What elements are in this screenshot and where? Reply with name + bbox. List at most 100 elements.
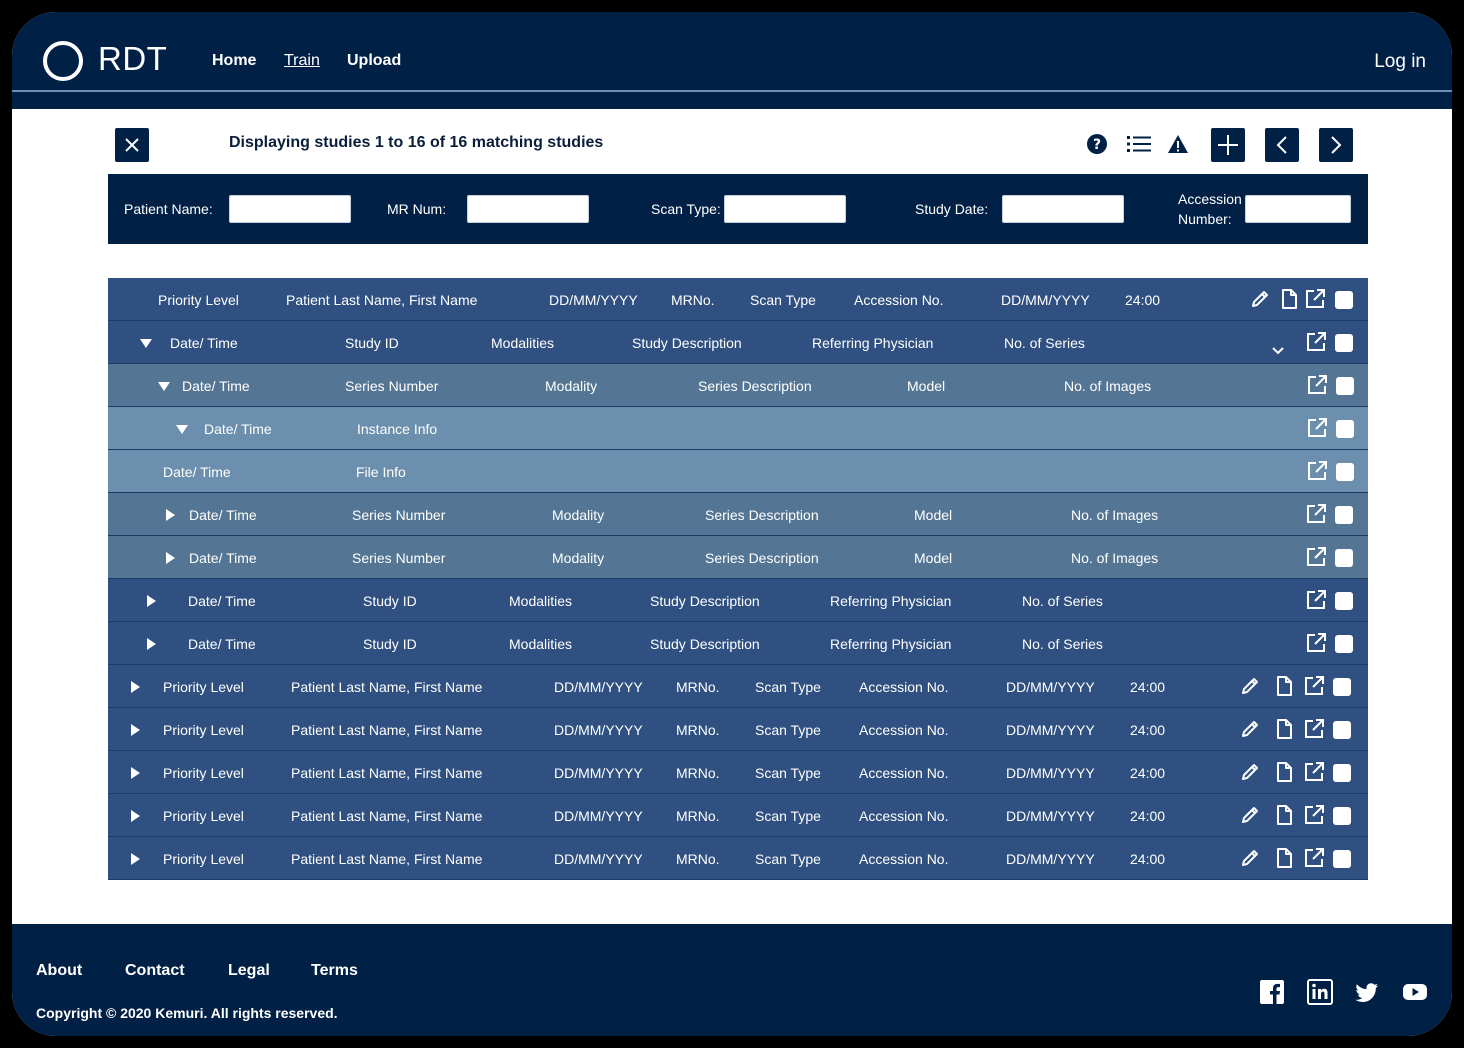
file-row[interactable]: Date/ Time File Info — [108, 450, 1368, 493]
open-external-icon[interactable] — [1305, 589, 1327, 611]
youtube-icon[interactable] — [1402, 979, 1428, 1005]
collapse-toggle-icon[interactable] — [176, 425, 188, 434]
open-external-icon[interactable] — [1303, 761, 1325, 783]
open-external-icon[interactable] — [1305, 632, 1327, 654]
scan-type-input[interactable] — [724, 195, 846, 223]
edit-icon[interactable] — [1249, 288, 1271, 310]
nav-upload[interactable]: Upload — [347, 52, 401, 70]
chevron-down-icon[interactable] — [1271, 343, 1293, 365]
series-row[interactable]: Date/ Time Series Number Modality Series De… — [108, 364, 1368, 407]
previous-page-button[interactable] — [1265, 128, 1299, 162]
document-icon[interactable] — [1273, 761, 1295, 783]
open-external-icon[interactable] — [1306, 460, 1328, 482]
row-select-checkbox[interactable] — [1333, 721, 1351, 739]
mr-number-cell: MRNo. — [671, 292, 715, 308]
open-external-icon[interactable] — [1305, 503, 1327, 525]
study-date-input[interactable] — [1002, 195, 1124, 223]
close-button[interactable] — [115, 128, 149, 162]
next-page-button[interactable] — [1319, 128, 1353, 162]
edit-icon[interactable] — [1239, 718, 1261, 740]
row-select-checkbox[interactable] — [1335, 506, 1353, 524]
open-external-icon[interactable] — [1306, 374, 1328, 396]
open-external-icon[interactable] — [1306, 417, 1328, 439]
series-row[interactable]: Date/ Time Series Number Modality Series De… — [108, 536, 1368, 579]
patient-row[interactable]: Priority Level Patient Last Name, First N… — [108, 708, 1368, 751]
expand-toggle-icon[interactable] — [166, 552, 175, 564]
expand-toggle-icon[interactable] — [131, 767, 140, 779]
row-select-checkbox[interactable] — [1333, 807, 1351, 825]
patient-name-input[interactable] — [229, 195, 351, 223]
nav-train[interactable]: Train — [284, 52, 320, 70]
open-external-icon[interactable] — [1305, 331, 1327, 353]
patient-row[interactable]: Priority Level Patient Last Name, First N… — [108, 794, 1368, 837]
patient-row[interactable]: Priority Level Patient Last Name, First N… — [108, 665, 1368, 708]
row-select-checkbox[interactable] — [1336, 377, 1354, 395]
row-select-checkbox[interactable] — [1336, 463, 1354, 481]
linkedin-icon[interactable] — [1307, 979, 1333, 1005]
row-select-checkbox[interactable] — [1333, 764, 1351, 782]
add-button[interactable] — [1211, 128, 1245, 162]
patient-row[interactable]: Priority Level Patient Last Name, First N… — [108, 837, 1368, 880]
row-select-checkbox[interactable] — [1335, 592, 1353, 610]
patient-name-cell: Patient Last Name, First Name — [286, 292, 478, 308]
open-external-icon[interactable] — [1304, 288, 1326, 310]
patient-row[interactable]: Priority Level Patient Last Name, First N… — [108, 278, 1368, 321]
edit-icon[interactable] — [1239, 847, 1261, 869]
open-external-icon[interactable] — [1303, 718, 1325, 740]
open-external-icon[interactable] — [1305, 546, 1327, 568]
scan-type-cell: Scan Type — [755, 851, 821, 867]
edit-icon[interactable] — [1239, 761, 1261, 783]
row-select-checkbox[interactable] — [1333, 678, 1351, 696]
facebook-icon[interactable] — [1259, 979, 1285, 1005]
open-external-icon[interactable] — [1303, 847, 1325, 869]
list-view-button[interactable] — [1126, 131, 1152, 157]
referring-physician-cell: Referring Physician — [830, 636, 952, 652]
footer-link-legal[interactable]: Legal — [228, 962, 270, 980]
document-icon[interactable] — [1273, 718, 1295, 740]
twitter-icon[interactable] — [1354, 979, 1380, 1005]
document-icon[interactable] — [1278, 288, 1300, 310]
study-date-cell: DD/MM/YYYY — [1006, 765, 1095, 781]
study-date-cell: DD/MM/YYYY — [1006, 679, 1095, 695]
accession-number-input[interactable] — [1245, 195, 1351, 223]
expand-toggle-icon[interactable] — [166, 509, 175, 521]
row-select-checkbox[interactable] — [1336, 420, 1354, 438]
instance-row[interactable]: Date/ Time Instance Info — [108, 407, 1368, 450]
study-row[interactable]: Date/ Time Study ID Modalities Study Descri… — [108, 321, 1368, 364]
footer-link-terms[interactable]: Terms — [311, 962, 358, 980]
study-row[interactable]: Date/ Time Study ID Modalities Study Descri… — [108, 579, 1368, 622]
expand-toggle-icon[interactable] — [131, 724, 140, 736]
row-select-checkbox[interactable] — [1335, 334, 1353, 352]
study-row[interactable]: Date/ Time Study ID Modalities Study Descri… — [108, 622, 1368, 665]
collapse-toggle-icon[interactable] — [158, 382, 170, 391]
mr-num-input[interactable] — [467, 195, 589, 223]
expand-toggle-icon[interactable] — [131, 810, 140, 822]
help-button[interactable]: ? — [1084, 131, 1110, 157]
row-select-checkbox[interactable] — [1335, 549, 1353, 567]
document-icon[interactable] — [1273, 847, 1295, 869]
patient-row[interactable]: Priority Level Patient Last Name, First N… — [108, 751, 1368, 794]
expand-toggle-icon[interactable] — [147, 638, 156, 650]
row-select-checkbox[interactable] — [1335, 291, 1353, 309]
edit-icon[interactable] — [1239, 804, 1261, 826]
document-icon[interactable] — [1273, 675, 1295, 697]
open-external-icon[interactable] — [1303, 804, 1325, 826]
accession-no-cell: Accession No. — [859, 808, 949, 824]
footer-link-about[interactable]: About — [36, 962, 82, 980]
document-icon[interactable] — [1273, 804, 1295, 826]
expand-toggle-icon[interactable] — [147, 595, 156, 607]
nav-home[interactable]: Home — [212, 52, 256, 70]
login-link[interactable]: Log in — [1374, 51, 1426, 73]
series-count-cell: No. of Series — [1022, 593, 1103, 609]
footer-link-contact[interactable]: Contact — [125, 962, 185, 980]
open-external-icon[interactable] — [1303, 675, 1325, 697]
edit-icon[interactable] — [1239, 675, 1261, 697]
series-row[interactable]: Date/ Time Series Number Modality Series De… — [108, 493, 1368, 536]
collapse-toggle-icon[interactable] — [140, 339, 152, 348]
expand-toggle-icon[interactable] — [131, 853, 140, 865]
row-select-checkbox[interactable] — [1335, 635, 1353, 653]
expand-toggle-icon[interactable] — [131, 681, 140, 693]
row-select-checkbox[interactable] — [1333, 850, 1351, 868]
mr-number-cell: MRNo. — [676, 722, 720, 738]
warning-button[interactable] — [1165, 131, 1191, 157]
